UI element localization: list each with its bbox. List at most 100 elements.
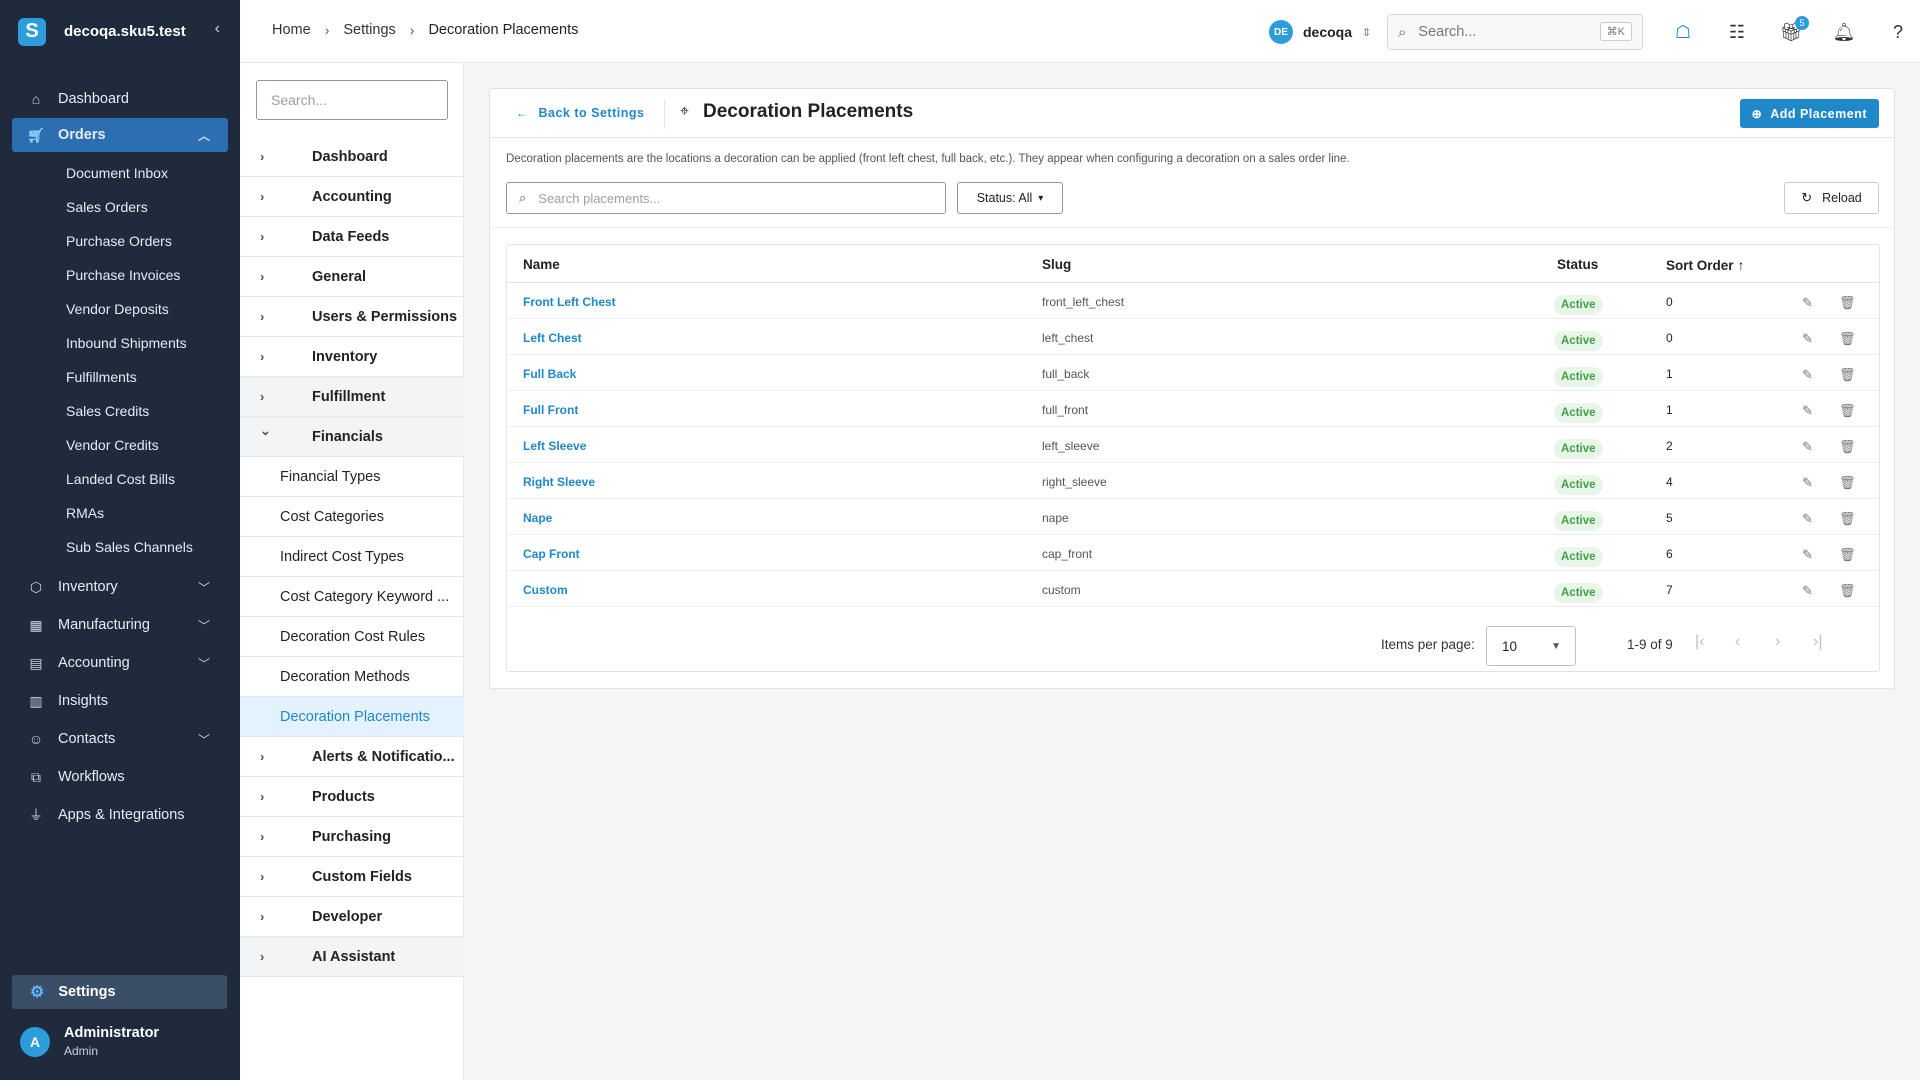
settings-tree-group[interactable]: ⌄ Financials bbox=[240, 417, 464, 457]
trash-icon[interactable]: 🗑︎ bbox=[1839, 367, 1856, 383]
trash-icon[interactable]: 🗑︎ bbox=[1839, 583, 1856, 599]
nav-settings[interactable]: ⚙ Settings bbox=[12, 975, 227, 1009]
first-page-icon[interactable]: |‹ bbox=[1695, 633, 1704, 651]
table-row[interactable]: Custom custom Active 7 ✎ 🗑︎ bbox=[507, 571, 1879, 607]
add-placement-button[interactable]: ⊕ Add Placement bbox=[1739, 99, 1879, 128]
breadcrumb-settings[interactable]: Settings bbox=[343, 22, 395, 38]
nav-rmas[interactable]: RMAs bbox=[0, 496, 240, 530]
items-per-page-select[interactable]: 10 ▼ bbox=[1486, 626, 1576, 666]
placement-name-link[interactable]: Full Back bbox=[523, 367, 576, 381]
app-logo-icon[interactable]: S bbox=[18, 17, 46, 46]
settings-tree-item[interactable]: Decoration Cost Rules bbox=[240, 617, 464, 657]
placement-name-link[interactable]: Cap Front bbox=[523, 547, 580, 561]
settings-tree-item[interactable]: Decoration Methods bbox=[240, 657, 464, 697]
nav-sub-sales-channels[interactable]: Sub Sales Channels bbox=[0, 530, 240, 564]
table-row[interactable]: Front Left Chest front_left_chest Active 0 ✎… bbox=[507, 283, 1879, 319]
nav-accounting[interactable]: ▤ Accounting ﹀ bbox=[0, 644, 240, 682]
table-row[interactable]: Nape nape Active 5 ✎ 🗑︎ bbox=[507, 499, 1879, 535]
global-search-input[interactable]: ⌕ Search... ⌘K bbox=[1387, 14, 1643, 50]
nav-apps-integrations[interactable]: ⏚ Apps & Integrations bbox=[0, 796, 240, 834]
nav-purchase-orders[interactable]: Purchase Orders bbox=[0, 224, 240, 258]
table-row[interactable]: Full Back full_back Active 1 ✎ 🗑︎ bbox=[507, 355, 1879, 391]
trash-icon[interactable]: 🗑︎ bbox=[1839, 439, 1856, 455]
placement-name-link[interactable]: Full Front bbox=[523, 403, 578, 417]
placement-name-link[interactable]: Left Chest bbox=[523, 331, 582, 345]
trash-icon[interactable]: 🗑︎ bbox=[1839, 331, 1856, 347]
nav-workflows[interactable]: ⧉ Workflows bbox=[0, 758, 240, 796]
edit-icon[interactable]: ✎ bbox=[1802, 367, 1813, 383]
nav-vendor-credits[interactable]: Vendor Credits bbox=[0, 428, 240, 462]
column-header-slug[interactable]: Slug bbox=[1042, 257, 1071, 272]
table-row[interactable]: Full Front full_front Active 1 ✎ 🗑︎ bbox=[507, 391, 1879, 427]
edit-icon[interactable]: ✎ bbox=[1802, 439, 1813, 455]
task-list-icon[interactable]: ☷ bbox=[1725, 20, 1749, 44]
settings-tree-group[interactable]: › Inventory bbox=[240, 337, 464, 377]
placement-name-link[interactable]: Right Sleeve bbox=[523, 475, 595, 489]
trash-icon[interactable]: 🗑︎ bbox=[1839, 547, 1856, 563]
nav-sales-credits[interactable]: Sales Credits bbox=[0, 394, 240, 428]
nav-fulfillments[interactable]: Fulfillments bbox=[0, 360, 240, 394]
bell-icon[interactable]: 🔔︎ bbox=[1832, 20, 1856, 44]
trash-icon[interactable]: 🗑︎ bbox=[1839, 403, 1856, 419]
previous-page-icon[interactable]: ‹ bbox=[1735, 633, 1740, 651]
trash-icon[interactable]: 🗑︎ bbox=[1839, 511, 1856, 527]
table-row[interactable]: Cap Front cap_front Active 6 ✎ 🗑︎ bbox=[507, 535, 1879, 571]
table-row[interactable]: Left Chest left_chest Active 0 ✎ 🗑︎ bbox=[507, 319, 1879, 355]
settings-tree-group[interactable]: › Products bbox=[240, 777, 464, 817]
user-profile[interactable]: A Administrator Admin bbox=[20, 1025, 159, 1058]
settings-tree-item[interactable]: Financial Types bbox=[240, 457, 464, 497]
settings-tree-group[interactable]: › Custom Fields bbox=[240, 857, 464, 897]
table-row[interactable]: Left Sleeve left_sleeve Active 2 ✎ 🗑︎ bbox=[507, 427, 1879, 463]
trash-icon[interactable]: 🗑︎ bbox=[1839, 295, 1856, 311]
nav-landed-cost-bills[interactable]: Landed Cost Bills bbox=[0, 462, 240, 496]
settings-tree-group[interactable]: › AI Assistant bbox=[240, 937, 464, 977]
edit-icon[interactable]: ✎ bbox=[1802, 511, 1813, 527]
placement-name-link[interactable]: Left Sleeve bbox=[523, 439, 586, 453]
nav-vendor-deposits[interactable]: Vendor Deposits bbox=[0, 292, 240, 326]
settings-tree-group[interactable]: › Accounting bbox=[240, 177, 464, 217]
settings-tree-item[interactable]: Indirect Cost Types bbox=[240, 537, 464, 577]
table-row[interactable]: Right Sleeve right_sleeve Active 4 ✎ 🗑︎ bbox=[507, 463, 1879, 499]
nav-manufacturing[interactable]: ▦ Manufacturing ﹀ bbox=[0, 606, 240, 644]
settings-tree-item[interactable]: Decoration Placements bbox=[240, 697, 464, 737]
placement-name-link[interactable]: Custom bbox=[523, 583, 568, 597]
settings-tree-group[interactable]: › Data Feeds bbox=[240, 217, 464, 257]
edit-icon[interactable]: ✎ bbox=[1802, 475, 1813, 491]
settings-tree-group[interactable]: › Dashboard bbox=[240, 137, 464, 177]
nav-sales-orders[interactable]: Sales Orders bbox=[0, 190, 240, 224]
placements-search-input[interactable]: ⌕ Search placements... bbox=[506, 182, 946, 214]
nav-dashboard[interactable]: ⌂ Dashboard bbox=[0, 80, 240, 118]
settings-tree-group[interactable]: › General bbox=[240, 257, 464, 297]
nav-contacts[interactable]: ☺ Contacts ﹀ bbox=[0, 720, 240, 758]
settings-tree-group[interactable]: › Purchasing bbox=[240, 817, 464, 857]
settings-tree-group[interactable]: › Alerts & Notificatio... bbox=[240, 737, 464, 777]
gift-icon[interactable]: 🎁︎ 5 bbox=[1779, 16, 1809, 44]
chevron-down-icon[interactable]: ﹀ bbox=[198, 655, 210, 672]
edit-icon[interactable]: ✎ bbox=[1802, 331, 1813, 347]
edit-icon[interactable]: ✎ bbox=[1802, 295, 1813, 311]
column-header-sort-order[interactable]: Sort Order ↑ bbox=[1666, 257, 1745, 273]
edit-icon[interactable]: ✎ bbox=[1802, 547, 1813, 563]
nav-purchase-invoices[interactable]: Purchase Invoices bbox=[0, 258, 240, 292]
back-to-settings-link[interactable]: ← Back to Settings bbox=[516, 106, 644, 120]
collapse-sidebar-icon[interactable]: ‹ bbox=[215, 20, 220, 38]
settings-tree-item[interactable]: Cost Category Keyword ... bbox=[240, 577, 464, 617]
reload-button[interactable]: ↻ Reload bbox=[1784, 182, 1879, 214]
settings-tree-group[interactable]: › Fulfillment bbox=[240, 377, 464, 417]
nav-document-inbox[interactable]: Document Inbox bbox=[0, 156, 240, 190]
chevron-down-icon[interactable]: ﹀ bbox=[198, 617, 210, 634]
placement-name-link[interactable]: Front Left Chest bbox=[523, 295, 616, 309]
chevron-up-icon[interactable]: ︿ bbox=[198, 127, 210, 144]
help-icon[interactable]: ? bbox=[1886, 20, 1910, 44]
tenant-switcher[interactable]: DE decoqa ⇕ bbox=[1269, 20, 1371, 44]
column-header-status[interactable]: Status bbox=[1557, 257, 1598, 272]
last-page-icon[interactable]: ›| bbox=[1813, 633, 1822, 651]
edit-icon[interactable]: ✎ bbox=[1802, 403, 1813, 419]
nav-orders[interactable]: 🛒︎ Orders ︿ bbox=[12, 118, 228, 152]
column-header-name[interactable]: Name bbox=[523, 257, 560, 272]
chevron-down-icon[interactable]: ﹀ bbox=[198, 579, 210, 596]
edit-icon[interactable]: ✎ bbox=[1802, 583, 1813, 599]
chevron-down-icon[interactable]: ﹀ bbox=[198, 731, 210, 748]
nav-insights[interactable]: ▥ Insights bbox=[0, 682, 240, 720]
trash-icon[interactable]: 🗑︎ bbox=[1839, 475, 1856, 491]
